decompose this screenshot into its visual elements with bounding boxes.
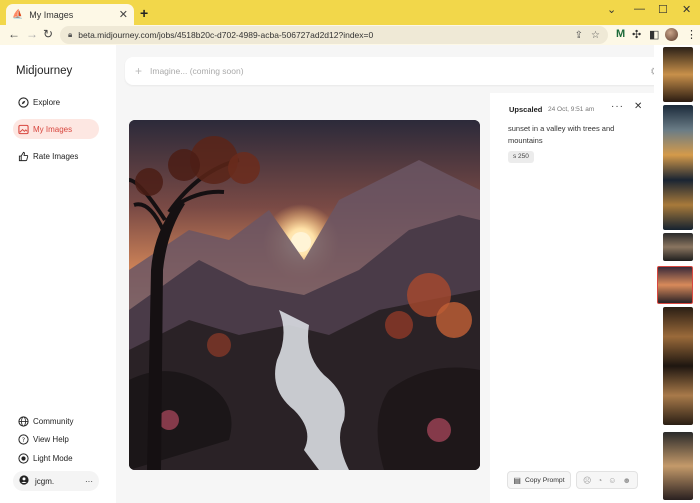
status-label: Upscaled	[509, 105, 543, 114]
puzzle-extensions-icon[interactable]: ✣	[632, 28, 641, 41]
svg-text:?: ?	[21, 435, 24, 443]
midjourney-favicon-icon: ⛵	[12, 9, 24, 19]
neutral-face-icon[interactable]: ◔	[597, 476, 602, 485]
more-options-icon[interactable]: ···	[611, 101, 624, 112]
main-area: + Imagine... (coming soon) ⚙	[116, 45, 670, 503]
nav-explore[interactable]: Explore	[13, 92, 99, 112]
seed-badge[interactable]: s 250	[508, 151, 534, 163]
thumbnail[interactable]	[663, 432, 693, 500]
compass-icon	[17, 96, 29, 108]
thumbnail[interactable]	[663, 307, 693, 425]
browser-tab[interactable]: ⛵ My Images ✕	[6, 4, 134, 25]
plus-icon[interactable]: +	[135, 64, 142, 78]
thumbnail-strip	[654, 45, 700, 503]
like-face-icon[interactable]: ☺	[608, 476, 616, 485]
sidebar: Midjourney Explore My Images Rate Images…	[0, 45, 116, 503]
nav-community[interactable]: Community	[13, 411, 99, 431]
new-tab-button[interactable]: +	[140, 5, 148, 21]
thumbnail[interactable]	[663, 105, 693, 230]
copy-icon: ▤	[513, 475, 521, 485]
nav-light-mode[interactable]: Light Mode	[13, 448, 99, 468]
back-arrow-icon[interactable]: ←	[8, 27, 20, 41]
imagine-bar[interactable]: + Imagine... (coming soon) ⚙	[125, 57, 670, 85]
nav-explore-label: Explore	[33, 97, 61, 107]
lock-icon: 🔒︎	[68, 30, 73, 39]
copy-prompt-label: Copy Prompt	[524, 476, 565, 484]
globe-icon	[17, 415, 29, 427]
browser-toolbar: ← → ↻ 🔒︎ beta.midjourney.com/jobs/4518b2…	[0, 25, 700, 45]
prompt-text: sunset in a valley with trees and mounta…	[508, 124, 615, 145]
nav-view-help-label: View Help	[33, 434, 69, 444]
sun-icon	[17, 452, 29, 464]
user-menu[interactable]: jcgm. ···	[13, 471, 99, 491]
generated-artwork	[129, 120, 480, 470]
detail-panel: Upscaled 24 Oct, 9:51 am ··· ✕ sunset in…	[490, 93, 654, 503]
rating-bar: ☹ ◔ ☺ ☻	[576, 471, 638, 489]
side-panel-icon[interactable]: ◧	[649, 28, 659, 41]
profile-avatar[interactable]	[665, 28, 678, 41]
imagine-placeholder: Imagine... (coming soon)	[150, 66, 244, 76]
timestamp: 24 Oct, 9:51 am	[548, 106, 595, 113]
nav-my-images-label: My Images	[33, 124, 73, 134]
dislike-face-icon[interactable]: ☹	[583, 476, 591, 485]
nav-rate-images-label: Rate Images	[33, 151, 79, 161]
thumbnail[interactable]	[663, 233, 693, 261]
more-horizontal-icon[interactable]: ···	[85, 477, 93, 486]
image-icon	[17, 123, 29, 135]
bookmark-star-icon[interactable]: ☆	[591, 30, 600, 41]
share-icon[interactable]: ⇪	[575, 30, 583, 41]
browser-tabstrip: ⛵ My Images ✕ + ⌄ — ☐ ✕	[0, 0, 700, 25]
nav-rate-images[interactable]: Rate Images	[13, 146, 99, 166]
tab-title: My Images	[29, 9, 74, 20]
nav-my-images[interactable]: My Images	[13, 119, 99, 139]
forward-arrow-icon[interactable]: →	[26, 27, 38, 41]
kebab-menu-icon[interactable]: ⋮	[686, 28, 697, 41]
reload-icon[interactable]: ↻	[43, 27, 53, 41]
extension-m-icon[interactable]: M	[616, 28, 625, 40]
maximize-button[interactable]: ☐	[658, 3, 668, 16]
address-bar[interactable]: 🔒︎ beta.midjourney.com/jobs/4518b20c-d70…	[60, 26, 608, 44]
upscaled-image[interactable]	[129, 120, 480, 470]
nav-light-mode-label: Light Mode	[33, 453, 73, 463]
nav-community-label: Community	[33, 416, 74, 426]
thumbnail-selected[interactable]	[657, 266, 693, 304]
username: jcgm.	[35, 476, 55, 486]
copy-prompt-button[interactable]: ▤ Copy Prompt	[507, 471, 571, 489]
chevron-down-icon[interactable]: ⌄	[607, 3, 616, 16]
thumbnail[interactable]	[663, 47, 693, 102]
love-face-icon[interactable]: ☻	[623, 476, 631, 485]
nav-view-help[interactable]: ? View Help	[13, 429, 99, 449]
window-close-button[interactable]: ✕	[682, 3, 691, 16]
close-icon[interactable]: ✕	[634, 101, 642, 112]
brand-logo[interactable]: Midjourney	[16, 65, 72, 77]
url-text: beta.midjourney.com/jobs/4518b20c-d702-4…	[78, 30, 374, 40]
app: Midjourney Explore My Images Rate Images…	[0, 45, 700, 503]
user-avatar-icon	[19, 474, 29, 488]
tab-close-icon[interactable]: ✕	[119, 8, 128, 21]
minimize-button[interactable]: —	[634, 3, 645, 15]
help-circle-icon: ?	[17, 433, 29, 445]
thumbs-up-icon	[17, 150, 29, 162]
